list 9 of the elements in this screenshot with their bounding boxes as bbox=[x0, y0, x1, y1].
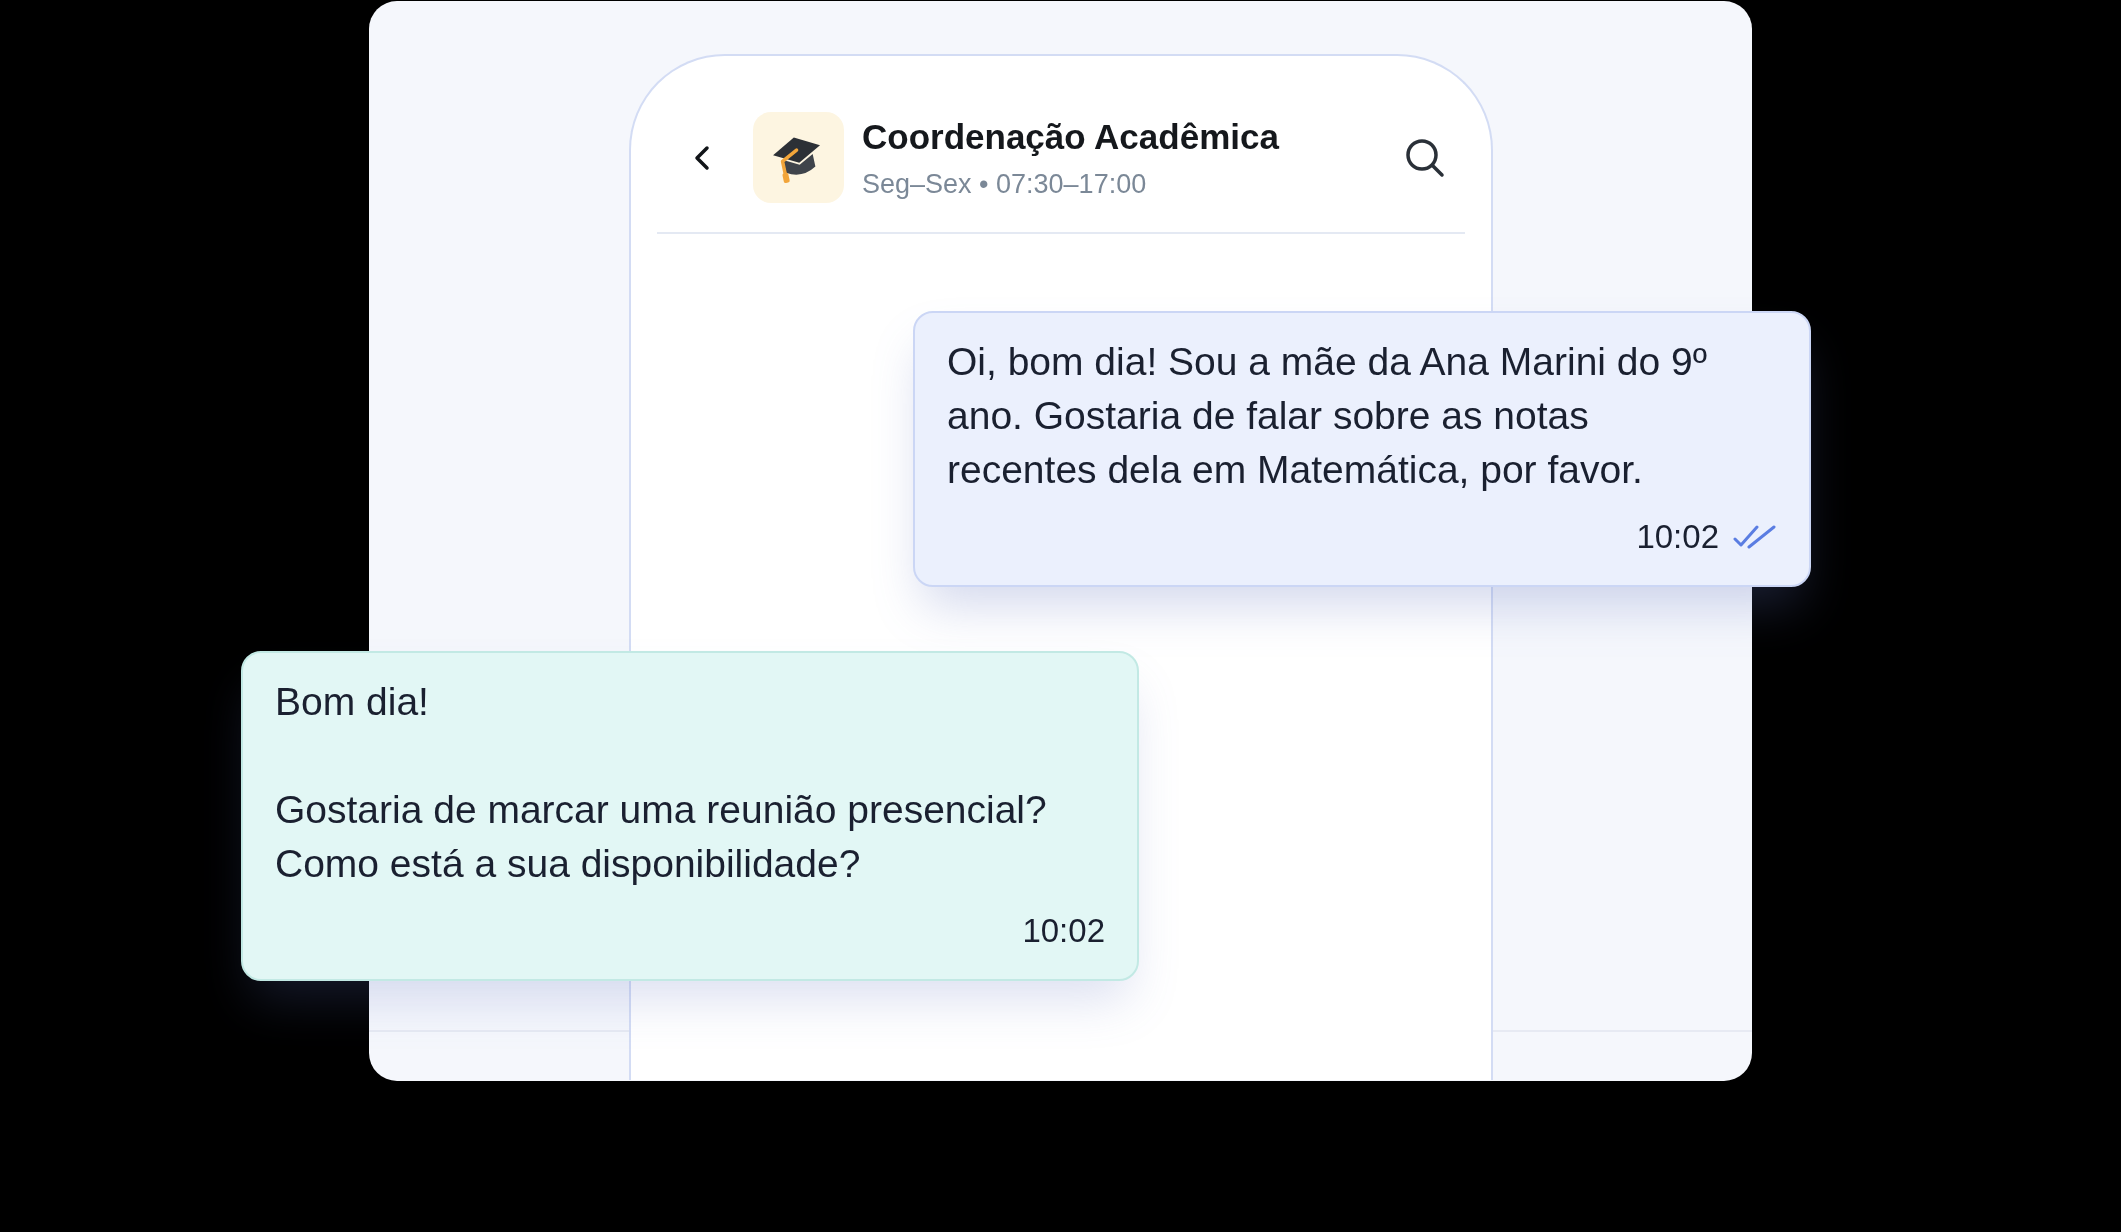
message-text: Bom dia! Gostaria de marcar uma reunião presencial? Como está a sua disponibilidade? bbox=[275, 679, 1048, 887]
search-icon[interactable] bbox=[1405, 137, 1445, 178]
message-time: 10:02 bbox=[1636, 517, 1719, 557]
graduation-cap-icon bbox=[753, 112, 844, 203]
back-icon[interactable] bbox=[694, 144, 710, 171]
message-text: Oi, bom dia! Sou a mãe da Ana Marini do 9º ano. Gostaria de falar sobre as notas recentes dela em Matemática, por favor. bbox=[947, 339, 1708, 493]
chat-hours: Seg–Sex • 07:30–17:00 bbox=[862, 168, 1148, 201]
message-time: 10:02 bbox=[1022, 911, 1105, 951]
chat-title: Coordenação Acadêmica bbox=[862, 116, 1279, 158]
